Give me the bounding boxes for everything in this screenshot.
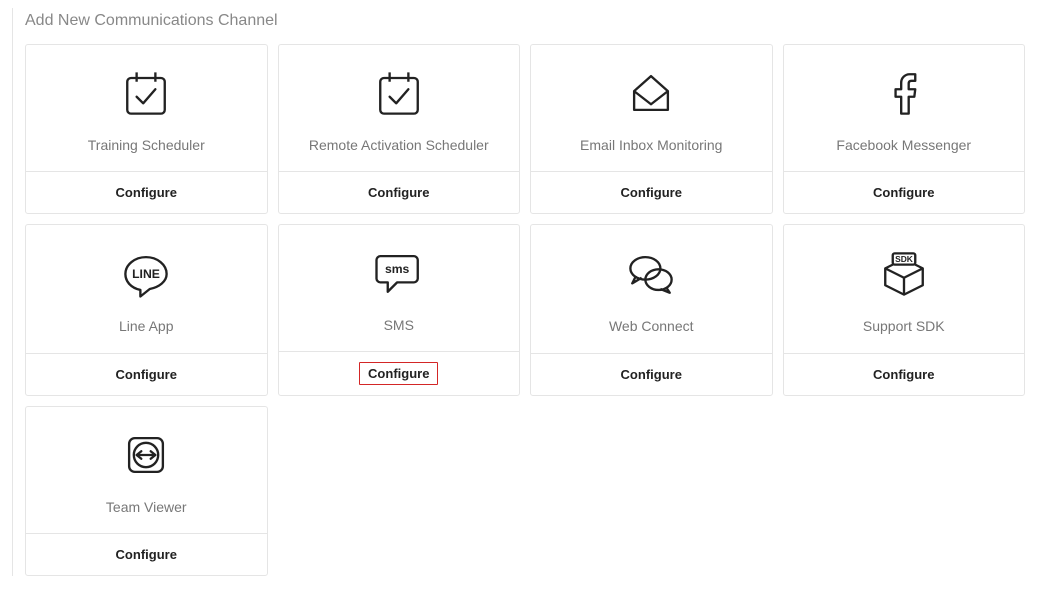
card-body: Team Viewer (26, 407, 267, 533)
channels-grid: Training SchedulerConfigureRemote Activa… (25, 44, 1025, 576)
channel-label: Team Viewer (106, 499, 187, 515)
configure-button-line-app[interactable]: Configure (108, 364, 185, 385)
channel-label: Facebook Messenger (836, 137, 971, 153)
card-footer: Configure (531, 353, 772, 395)
card-body: Email Inbox Monitoring (531, 45, 772, 171)
configure-button-training-scheduler[interactable]: Configure (108, 182, 185, 203)
card-body: Web Connect (531, 225, 772, 353)
card-footer: Configure (26, 353, 267, 395)
configure-button-remote-activation-scheduler[interactable]: Configure (360, 182, 437, 203)
card-footer: Configure (26, 171, 267, 213)
card-body: Line App (26, 225, 267, 353)
channel-card-support-sdk: Support SDK Configure (783, 224, 1026, 396)
channel-label: Web Connect (609, 318, 694, 334)
channel-label: Remote Activation Scheduler (309, 137, 489, 153)
channel-label: Support SDK (863, 318, 945, 334)
card-body: SMS (279, 225, 520, 351)
card-footer: Configure (279, 351, 520, 395)
channel-label: Email Inbox Monitoring (580, 137, 722, 153)
card-body: Remote Activation Scheduler (279, 45, 520, 171)
channel-card-remote-activation-scheduler: Remote Activation Scheduler Configure (278, 44, 521, 214)
configure-button-sms[interactable]: Configure (359, 362, 438, 385)
calendar-check-icon (116, 61, 176, 125)
channel-card-email-inbox-monitoring: Email Inbox Monitoring Configure (530, 44, 773, 214)
chat-bubbles-icon (621, 242, 681, 306)
sms-icon (369, 241, 429, 305)
card-footer: Configure (784, 353, 1025, 395)
calendar-check-icon (369, 61, 429, 125)
teamviewer-icon (116, 423, 176, 487)
configure-button-support-sdk[interactable]: Configure (865, 364, 942, 385)
channel-card-facebook-messenger: Facebook Messenger Configure (783, 44, 1026, 214)
card-footer: Configure (784, 171, 1025, 213)
channel-card-training-scheduler: Training Scheduler Configure (25, 44, 268, 214)
envelope-open-icon (621, 61, 681, 125)
page-title: Add New Communications Channel (25, 12, 1025, 30)
configure-button-web-connect[interactable]: Configure (613, 364, 690, 385)
channel-label: Line App (119, 318, 174, 334)
facebook-icon (874, 61, 934, 125)
configure-button-email-inbox-monitoring[interactable]: Configure (613, 182, 690, 203)
card-body: Support SDK (784, 225, 1025, 353)
channel-label: Training Scheduler (88, 137, 205, 153)
channel-label: SMS (384, 317, 414, 333)
sdk-box-icon (874, 242, 934, 306)
card-footer: Configure (26, 533, 267, 575)
channel-card-line-app: Line App Configure (25, 224, 268, 396)
configure-button-team-viewer[interactable]: Configure (108, 544, 185, 565)
card-body: Training Scheduler (26, 45, 267, 171)
card-footer: Configure (279, 171, 520, 213)
card-footer: Configure (531, 171, 772, 213)
channel-card-sms: SMS Configure (278, 224, 521, 396)
channel-card-team-viewer: Team Viewer Configure (25, 406, 268, 576)
configure-button-facebook-messenger[interactable]: Configure (865, 182, 942, 203)
card-body: Facebook Messenger (784, 45, 1025, 171)
line-icon (116, 242, 176, 306)
channel-card-web-connect: Web Connect Configure (530, 224, 773, 396)
